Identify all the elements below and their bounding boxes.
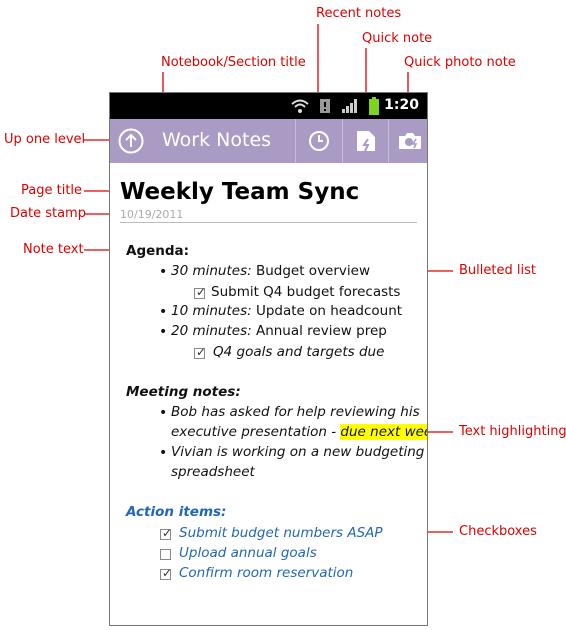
meeting-note-line: executive presentation - due next week [171, 423, 427, 441]
checkbox[interactable]: ✓ [194, 345, 207, 359]
action-item-label: Confirm room reservation [179, 565, 354, 581]
divider [388, 119, 389, 163]
status-bar: 1:20 [110, 93, 427, 119]
divider [342, 119, 343, 163]
callout-quick-note: Quick note [362, 31, 433, 46]
battery-icon [369, 97, 379, 115]
agenda-text: Update on headcount [251, 303, 403, 319]
callout-text-highlighting: Text highlighting [459, 424, 566, 439]
callout-quick-photo-note: Quick photo note [404, 55, 516, 70]
quick-note-icon[interactable] [355, 129, 377, 153]
check-icon: ✓ [162, 566, 173, 580]
signal-icon [342, 99, 357, 113]
alert-icon [320, 99, 330, 113]
callout-note-text: Note text [23, 242, 84, 257]
check-icon: ✓ [162, 526, 173, 540]
check-icon: ✓ [196, 285, 207, 299]
agenda-heading: Agenda: [126, 243, 190, 259]
phone-screen: 1:20 Work Notes Weekly Team Sync 10/19/2… [109, 92, 428, 626]
check-icon: ✓ [196, 345, 207, 359]
task-label: Submit Q4 budget forecasts [211, 284, 401, 300]
meeting-notes-heading: Meeting notes: [126, 384, 241, 400]
checkbox[interactable]: ✓ [194, 285, 207, 299]
bullet-dot: • [159, 324, 168, 340]
bullet-dot: • [159, 304, 168, 320]
wifi-icon [291, 99, 309, 113]
action-item-label: Submit budget numbers ASAP [179, 525, 383, 541]
action-bar: Work Notes [110, 119, 427, 163]
meeting-note-line: Bob has asked for help reviewing his [171, 404, 420, 420]
highlighted-text: due next week [340, 424, 427, 440]
callout-up-one-level: Up one level [4, 132, 86, 147]
title-divider [120, 222, 417, 223]
callout-bulleted-list: Bulleted list [459, 263, 536, 278]
callout-date-stamp: Date stamp [10, 206, 86, 221]
meeting-note-line: spreadsheet [171, 464, 255, 480]
notebook-section-title[interactable]: Work Notes [162, 129, 271, 151]
bullet-dot: • [159, 445, 168, 461]
list-item: 30 minutes: Budget overview [171, 262, 370, 280]
meeting-note-line: Vivian is working on a new budgeting [171, 444, 425, 460]
bullet-dot: • [159, 405, 168, 421]
callout-notebook-section-title: Notebook/Section title [161, 55, 306, 70]
divider [295, 119, 296, 163]
task-label: Q4 goals and targets due [213, 344, 385, 360]
bullet-dot: • [159, 264, 168, 280]
checkbox[interactable]: ✓ [160, 526, 173, 540]
agenda-time: 30 minutes: [171, 263, 252, 279]
action-items-heading: Action items: [126, 504, 227, 520]
clock-icon[interactable] [308, 130, 330, 152]
checkbox[interactable] [160, 549, 171, 560]
callout-page-title: Page title [21, 183, 83, 198]
callout-checkboxes: Checkboxes [459, 524, 537, 539]
status-time: 1:20 [384, 97, 419, 113]
checkbox[interactable]: ✓ [160, 566, 173, 580]
agenda-time: 20 minutes: [171, 323, 252, 339]
list-item: 20 minutes: Annual review prep [171, 322, 387, 340]
date-stamp: 10/19/2011 [120, 208, 184, 221]
page-title: Weekly Team Sync [120, 179, 360, 205]
action-item-label: Upload annual goals [179, 545, 317, 561]
camera-icon[interactable] [398, 131, 422, 151]
agenda-text: Annual review prep [251, 323, 387, 339]
list-item: 10 minutes: Update on headcount [171, 302, 402, 320]
meeting-note-text: executive presentation - [171, 424, 341, 440]
callout-recent-notes: Recent notes [316, 6, 402, 21]
agenda-time: 10 minutes: [171, 303, 252, 319]
agenda-text: Budget overview [251, 263, 371, 279]
up-arrow-icon[interactable] [118, 128, 144, 154]
